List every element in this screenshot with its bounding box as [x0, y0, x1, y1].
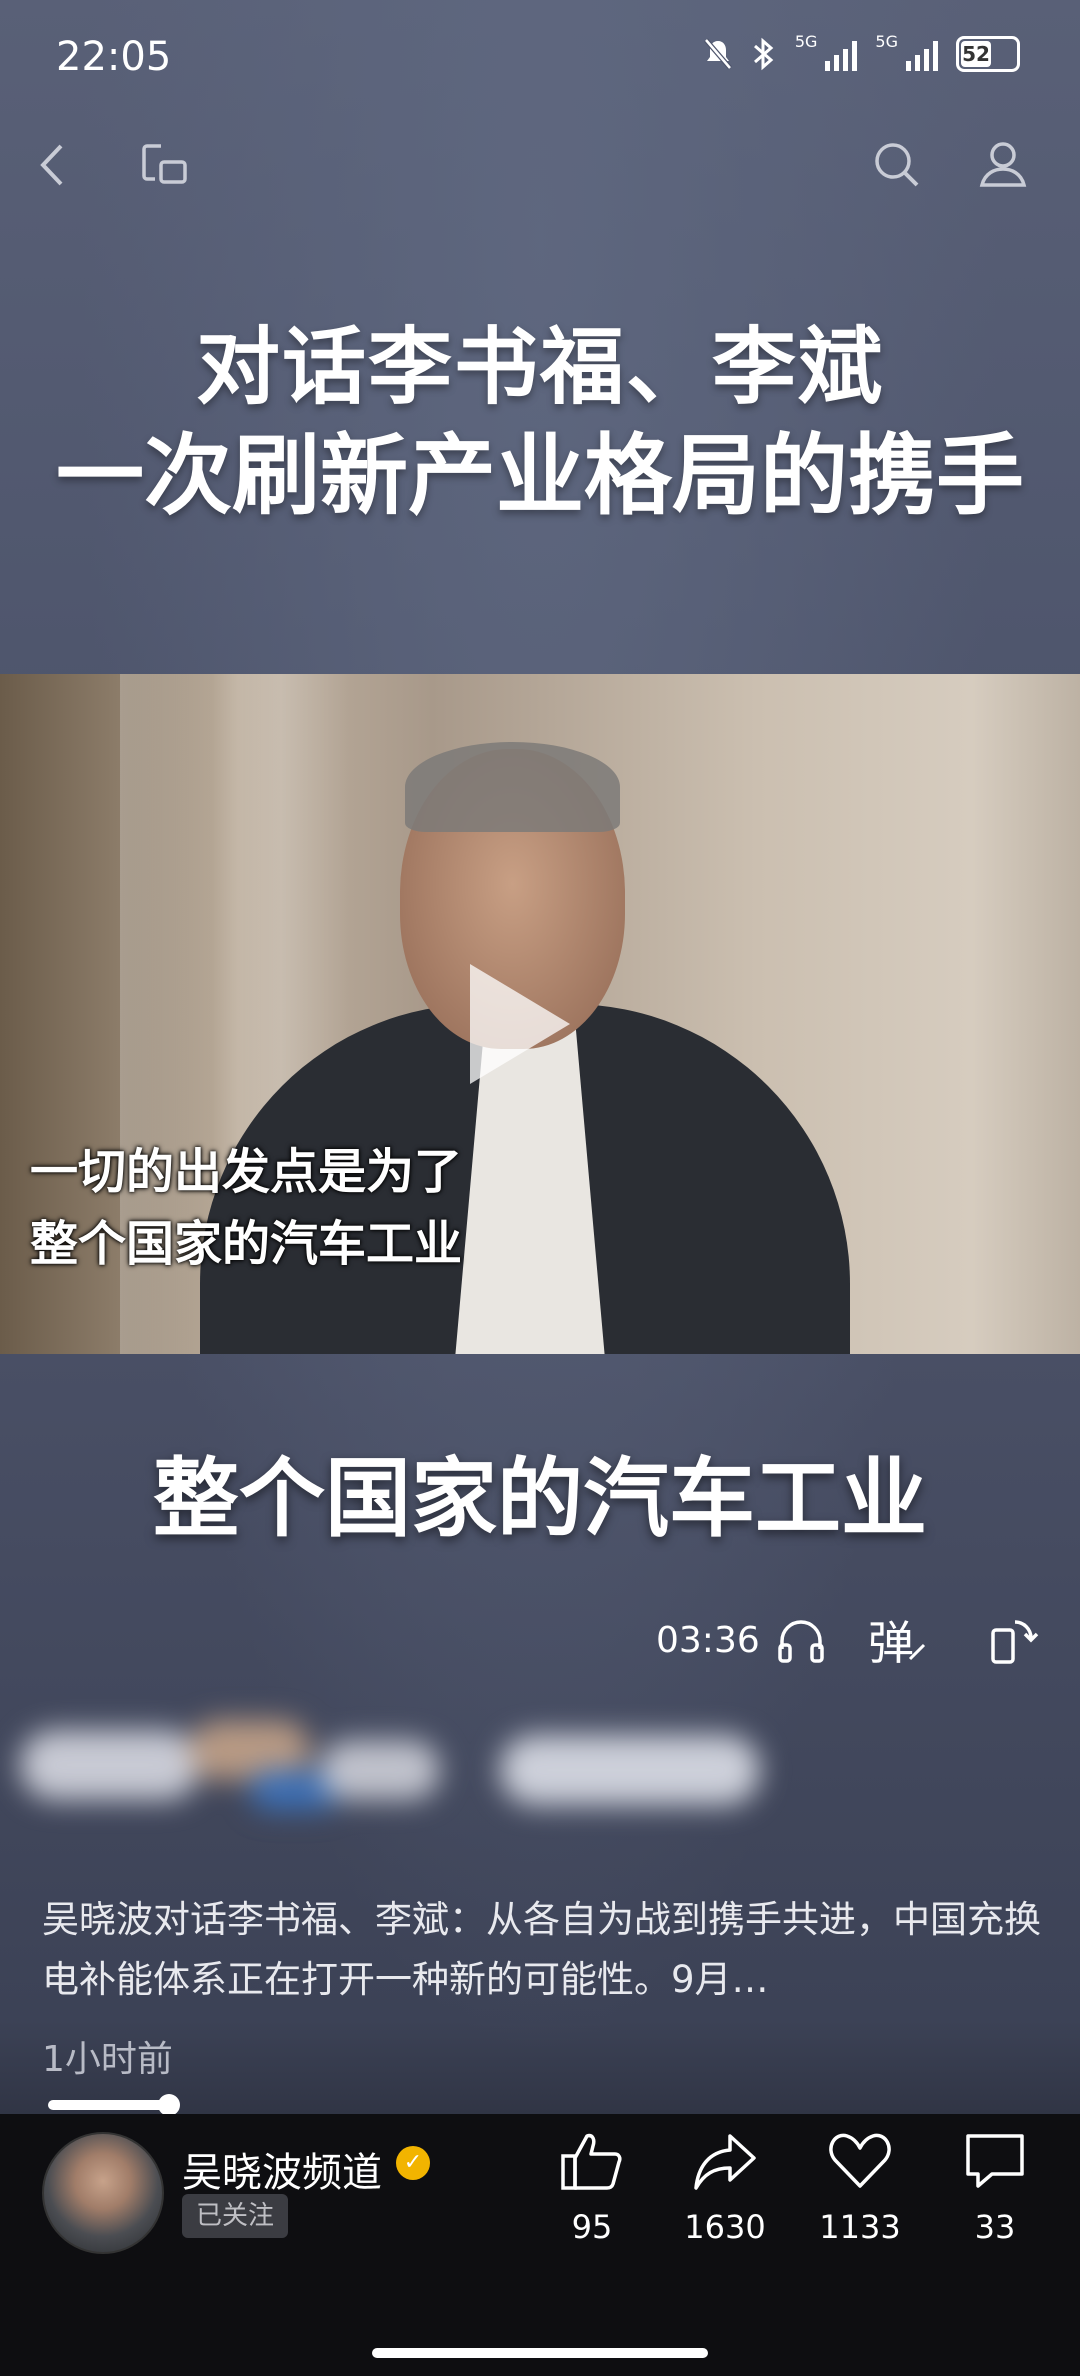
video-duration: 03:36 [656, 1620, 760, 1661]
bluetooth-icon [753, 37, 774, 71]
progress-knob[interactable] [158, 2094, 180, 2116]
audio-mode-button[interactable] [766, 1600, 836, 1680]
rotate-icon [991, 1620, 1039, 1664]
playback-progress-bar[interactable] [48, 2100, 170, 2110]
favorite-button[interactable]: 1133 [805, 2130, 915, 2246]
status-bar: 22:05 5G 5G 52 [0, 0, 1080, 120]
verified-badge-icon: ✓ [396, 2146, 430, 2180]
search-button[interactable] [862, 130, 932, 200]
like-button[interactable]: 95 [537, 2130, 647, 2246]
video-caption: 整个国家的汽车工业 [153, 1449, 927, 1549]
profile-button[interactable] [968, 130, 1038, 200]
video-title-line-1: 对话李书福、李斌 [195, 317, 884, 416]
pencil-icon [908, 1643, 926, 1661]
share-button[interactable]: 1630 [670, 2130, 780, 2246]
video-title-line-2: 一次刷新产业格局的携手 [55, 423, 1024, 527]
back-button[interactable] [18, 130, 88, 200]
user-icon [979, 142, 1027, 187]
mute-bell-icon [703, 38, 732, 70]
comment-count: 33 [974, 2208, 1016, 2246]
picture-in-picture-icon [142, 144, 187, 184]
speaker-hair [405, 742, 620, 832]
headphones-icon [778, 1620, 824, 1663]
author-avatar[interactable] [42, 2132, 164, 2254]
video-description[interactable]: 吴晓波对话李书福、李斌：从各自为战到携手共进，中国充换电补能体系正在打开一种新的… [42, 1890, 1042, 2010]
danmu-toggle-button[interactable]: 弹 [862, 1600, 932, 1680]
battery-icon: 52 [956, 36, 1020, 72]
back-chevron-icon [40, 144, 63, 186]
play-icon[interactable] [470, 964, 570, 1084]
thumbs-up-icon [561, 2133, 622, 2190]
like-count: 95 [571, 2208, 613, 2246]
danmu-label: 弹 [868, 1616, 914, 1670]
heart-icon [829, 2133, 891, 2188]
comment-button[interactable]: 33 [940, 2130, 1050, 2246]
video-subtitle-line-2: 整个国家的汽车工业 [30, 1216, 463, 1272]
follow-status-button[interactable]: 已关注 [182, 2194, 289, 2238]
share-arrow-icon [694, 2134, 756, 2190]
rotate-screen-button[interactable] [978, 1600, 1048, 1680]
home-indicator[interactable] [372, 2348, 708, 2358]
signal-5g-2-icon: 5G [875, 32, 938, 71]
post-time: 1小时前 [42, 2039, 173, 2080]
battery-level: 52 [961, 41, 991, 67]
blurred-overlay [20, 1710, 780, 1820]
comment-bubble-icon [966, 2134, 1024, 2188]
status-time: 22:05 [56, 34, 172, 80]
status-icons: 5G 5G 52 [703, 32, 1020, 72]
share-count: 1630 [684, 2208, 766, 2246]
favorite-count: 1133 [819, 2208, 901, 2246]
search-icon [875, 143, 919, 187]
video-subtitle-line-1: 一切的出发点是为了 [30, 1144, 463, 1200]
author-name[interactable]: 吴晓波频道 [182, 2140, 382, 2198]
signal-5g-1-icon: 5G [795, 32, 858, 71]
floating-window-button[interactable] [130, 130, 200, 200]
video-player[interactable]: 一切的出发点是为了 整个国家的汽车工业 [0, 674, 1080, 1354]
